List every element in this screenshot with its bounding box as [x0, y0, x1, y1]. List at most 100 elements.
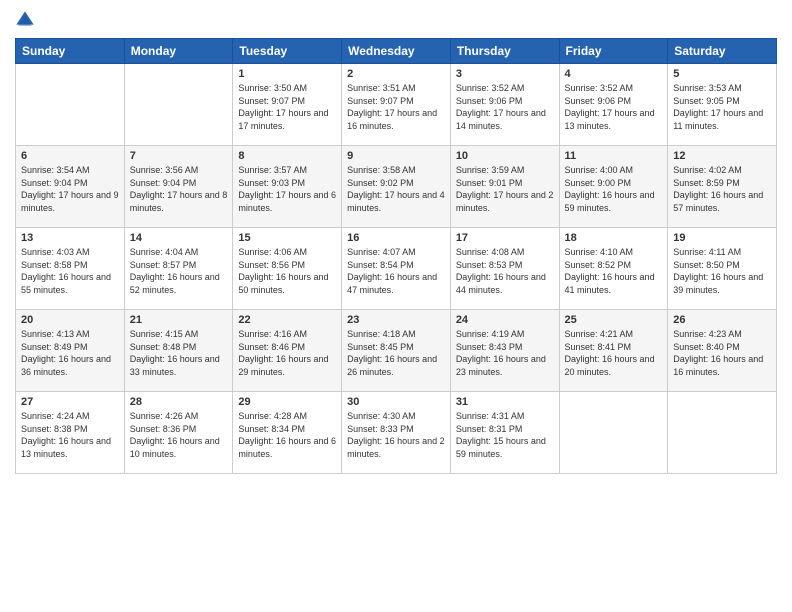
calendar-cell: 13 Sunrise: 4:03 AM Sunset: 8:58 PM Dayli… [16, 228, 125, 310]
day-info: Sunrise: 3:57 AM Sunset: 9:03 PM Dayligh… [238, 164, 336, 214]
day-info: Sunrise: 4:19 AM Sunset: 8:43 PM Dayligh… [456, 328, 554, 378]
day-number: 1 [238, 68, 336, 80]
day-number: 10 [456, 150, 554, 162]
calendar-cell: 20 Sunrise: 4:13 AM Sunset: 8:49 PM Dayli… [16, 310, 125, 392]
day-number: 31 [456, 396, 554, 408]
week-row-4: 20 Sunrise: 4:13 AM Sunset: 8:49 PM Dayli… [16, 310, 777, 392]
week-row-1: 1 Sunrise: 3:50 AM Sunset: 9:07 PM Daylig… [16, 64, 777, 146]
calendar-cell: 22 Sunrise: 4:16 AM Sunset: 8:46 PM Dayli… [233, 310, 342, 392]
calendar-cell: 9 Sunrise: 3:58 AM Sunset: 9:02 PM Daylig… [342, 146, 451, 228]
calendar-cell [668, 392, 777, 474]
day-number: 20 [21, 314, 119, 326]
calendar-cell: 31 Sunrise: 4:31 AM Sunset: 8:31 PM Dayli… [450, 392, 559, 474]
day-info: Sunrise: 4:30 AM Sunset: 8:33 PM Dayligh… [347, 410, 445, 460]
day-info: Sunrise: 4:10 AM Sunset: 8:52 PM Dayligh… [565, 246, 663, 296]
weekday-header-friday: Friday [559, 39, 668, 64]
day-number: 8 [238, 150, 336, 162]
day-number: 21 [130, 314, 228, 326]
calendar-cell: 6Sunrise: 3:54 AM Sunset: 9:04 PM Daylig… [16, 146, 125, 228]
calendar-cell [559, 392, 668, 474]
calendar-cell: 26 Sunrise: 4:23 AM Sunset: 8:40 PM Dayli… [668, 310, 777, 392]
calendar-cell: 21 Sunrise: 4:15 AM Sunset: 8:48 PM Dayli… [124, 310, 233, 392]
calendar-cell: 1 Sunrise: 3:50 AM Sunset: 9:07 PM Daylig… [233, 64, 342, 146]
calendar-cell: 27Sunrise: 4:24 AM Sunset: 8:38 PM Dayli… [16, 392, 125, 474]
week-row-2: 6Sunrise: 3:54 AM Sunset: 9:04 PM Daylig… [16, 146, 777, 228]
day-info: Sunrise: 4:21 AM Sunset: 8:41 PM Dayligh… [565, 328, 663, 378]
calendar-cell: 4 Sunrise: 3:52 AM Sunset: 9:06 PM Daylig… [559, 64, 668, 146]
calendar-cell: 16 Sunrise: 4:07 AM Sunset: 8:54 PM Dayli… [342, 228, 451, 310]
day-info: Sunrise: 4:03 AM Sunset: 8:58 PM Dayligh… [21, 246, 119, 296]
day-info: Sunrise: 3:51 AM Sunset: 9:07 PM Dayligh… [347, 82, 445, 132]
day-number: 2 [347, 68, 445, 80]
weekday-header-sunday: Sunday [16, 39, 125, 64]
logo-icon [15, 10, 35, 30]
day-number: 16 [347, 232, 445, 244]
calendar-cell: 17Sunrise: 4:08 AM Sunset: 8:53 PM Dayli… [450, 228, 559, 310]
day-number: 14 [130, 232, 228, 244]
day-number: 6 [21, 150, 119, 162]
day-number: 4 [565, 68, 663, 80]
day-number: 12 [673, 150, 771, 162]
weekday-header-row: SundayMondayTuesdayWednesdayThursdayFrid… [16, 39, 777, 64]
day-number: 30 [347, 396, 445, 408]
calendar-cell: 11 Sunrise: 4:00 AM Sunset: 9:00 PM Dayli… [559, 146, 668, 228]
day-info: Sunrise: 3:58 AM Sunset: 9:02 PM Dayligh… [347, 164, 445, 214]
day-info: Sunrise: 3:59 AM Sunset: 9:01 PM Dayligh… [456, 164, 554, 214]
day-number: 24 [456, 314, 554, 326]
calendar-cell: 18 Sunrise: 4:10 AM Sunset: 8:52 PM Dayli… [559, 228, 668, 310]
calendar-cell: 29 Sunrise: 4:28 AM Sunset: 8:34 PM Dayli… [233, 392, 342, 474]
calendar-cell: 7 Sunrise: 3:56 AM Sunset: 9:04 PM Daylig… [124, 146, 233, 228]
calendar-cell: 5 Sunrise: 3:53 AM Sunset: 9:05 PM Daylig… [668, 64, 777, 146]
calendar-cell: 23 Sunrise: 4:18 AM Sunset: 8:45 PM Dayli… [342, 310, 451, 392]
day-info: Sunrise: 4:06 AM Sunset: 8:56 PM Dayligh… [238, 246, 336, 296]
day-info: Sunrise: 4:24 AM Sunset: 8:38 PM Dayligh… [21, 410, 119, 460]
calendar-cell: 8 Sunrise: 3:57 AM Sunset: 9:03 PM Daylig… [233, 146, 342, 228]
day-number: 22 [238, 314, 336, 326]
header [15, 10, 777, 30]
day-info: Sunrise: 3:56 AM Sunset: 9:04 PM Dayligh… [130, 164, 228, 214]
week-row-5: 27Sunrise: 4:24 AM Sunset: 8:38 PM Dayli… [16, 392, 777, 474]
day-number: 11 [565, 150, 663, 162]
day-info: Sunrise: 4:18 AM Sunset: 8:45 PM Dayligh… [347, 328, 445, 378]
day-info: Sunrise: 4:28 AM Sunset: 8:34 PM Dayligh… [238, 410, 336, 460]
day-number: 26 [673, 314, 771, 326]
day-number: 5 [673, 68, 771, 80]
day-info: Sunrise: 4:15 AM Sunset: 8:48 PM Dayligh… [130, 328, 228, 378]
day-info: Sunrise: 4:13 AM Sunset: 8:49 PM Dayligh… [21, 328, 119, 378]
week-row-3: 13 Sunrise: 4:03 AM Sunset: 8:58 PM Dayli… [16, 228, 777, 310]
calendar-cell: 24 Sunrise: 4:19 AM Sunset: 8:43 PM Dayli… [450, 310, 559, 392]
calendar-cell: 10 Sunrise: 3:59 AM Sunset: 9:01 PM Dayli… [450, 146, 559, 228]
day-info: Sunrise: 4:08 AM Sunset: 8:53 PM Dayligh… [456, 246, 554, 296]
calendar-cell [124, 64, 233, 146]
day-info: Sunrise: 4:23 AM Sunset: 8:40 PM Dayligh… [673, 328, 771, 378]
day-number: 29 [238, 396, 336, 408]
day-info: Sunrise: 3:52 AM Sunset: 9:06 PM Dayligh… [565, 82, 663, 132]
day-number: 23 [347, 314, 445, 326]
day-info: Sunrise: 4:31 AM Sunset: 8:31 PM Dayligh… [456, 410, 554, 460]
day-info: Sunrise: 4:07 AM Sunset: 8:54 PM Dayligh… [347, 246, 445, 296]
day-number: 13 [21, 232, 119, 244]
day-info: Sunrise: 4:11 AM Sunset: 8:50 PM Dayligh… [673, 246, 771, 296]
day-info: Sunrise: 3:53 AM Sunset: 9:05 PM Dayligh… [673, 82, 771, 132]
day-info: Sunrise: 4:16 AM Sunset: 8:46 PM Dayligh… [238, 328, 336, 378]
day-info: Sunrise: 4:26 AM Sunset: 8:36 PM Dayligh… [130, 410, 228, 460]
weekday-header-thursday: Thursday [450, 39, 559, 64]
weekday-header-monday: Monday [124, 39, 233, 64]
page: SundayMondayTuesdayWednesdayThursdayFrid… [0, 0, 792, 612]
day-number: 9 [347, 150, 445, 162]
day-info: Sunrise: 4:00 AM Sunset: 9:00 PM Dayligh… [565, 164, 663, 214]
day-number: 7 [130, 150, 228, 162]
weekday-header-wednesday: Wednesday [342, 39, 451, 64]
calendar-cell: 2 Sunrise: 3:51 AM Sunset: 9:07 PM Daylig… [342, 64, 451, 146]
weekday-header-tuesday: Tuesday [233, 39, 342, 64]
day-number: 19 [673, 232, 771, 244]
day-info: Sunrise: 3:50 AM Sunset: 9:07 PM Dayligh… [238, 82, 336, 132]
calendar: SundayMondayTuesdayWednesdayThursdayFrid… [15, 38, 777, 474]
logo [15, 10, 39, 30]
day-number: 28 [130, 396, 228, 408]
weekday-header-saturday: Saturday [668, 39, 777, 64]
day-number: 18 [565, 232, 663, 244]
calendar-cell: 3Sunrise: 3:52 AM Sunset: 9:06 PM Daylig… [450, 64, 559, 146]
calendar-cell: 14Sunrise: 4:04 AM Sunset: 8:57 PM Dayli… [124, 228, 233, 310]
day-info: Sunrise: 4:02 AM Sunset: 8:59 PM Dayligh… [673, 164, 771, 214]
